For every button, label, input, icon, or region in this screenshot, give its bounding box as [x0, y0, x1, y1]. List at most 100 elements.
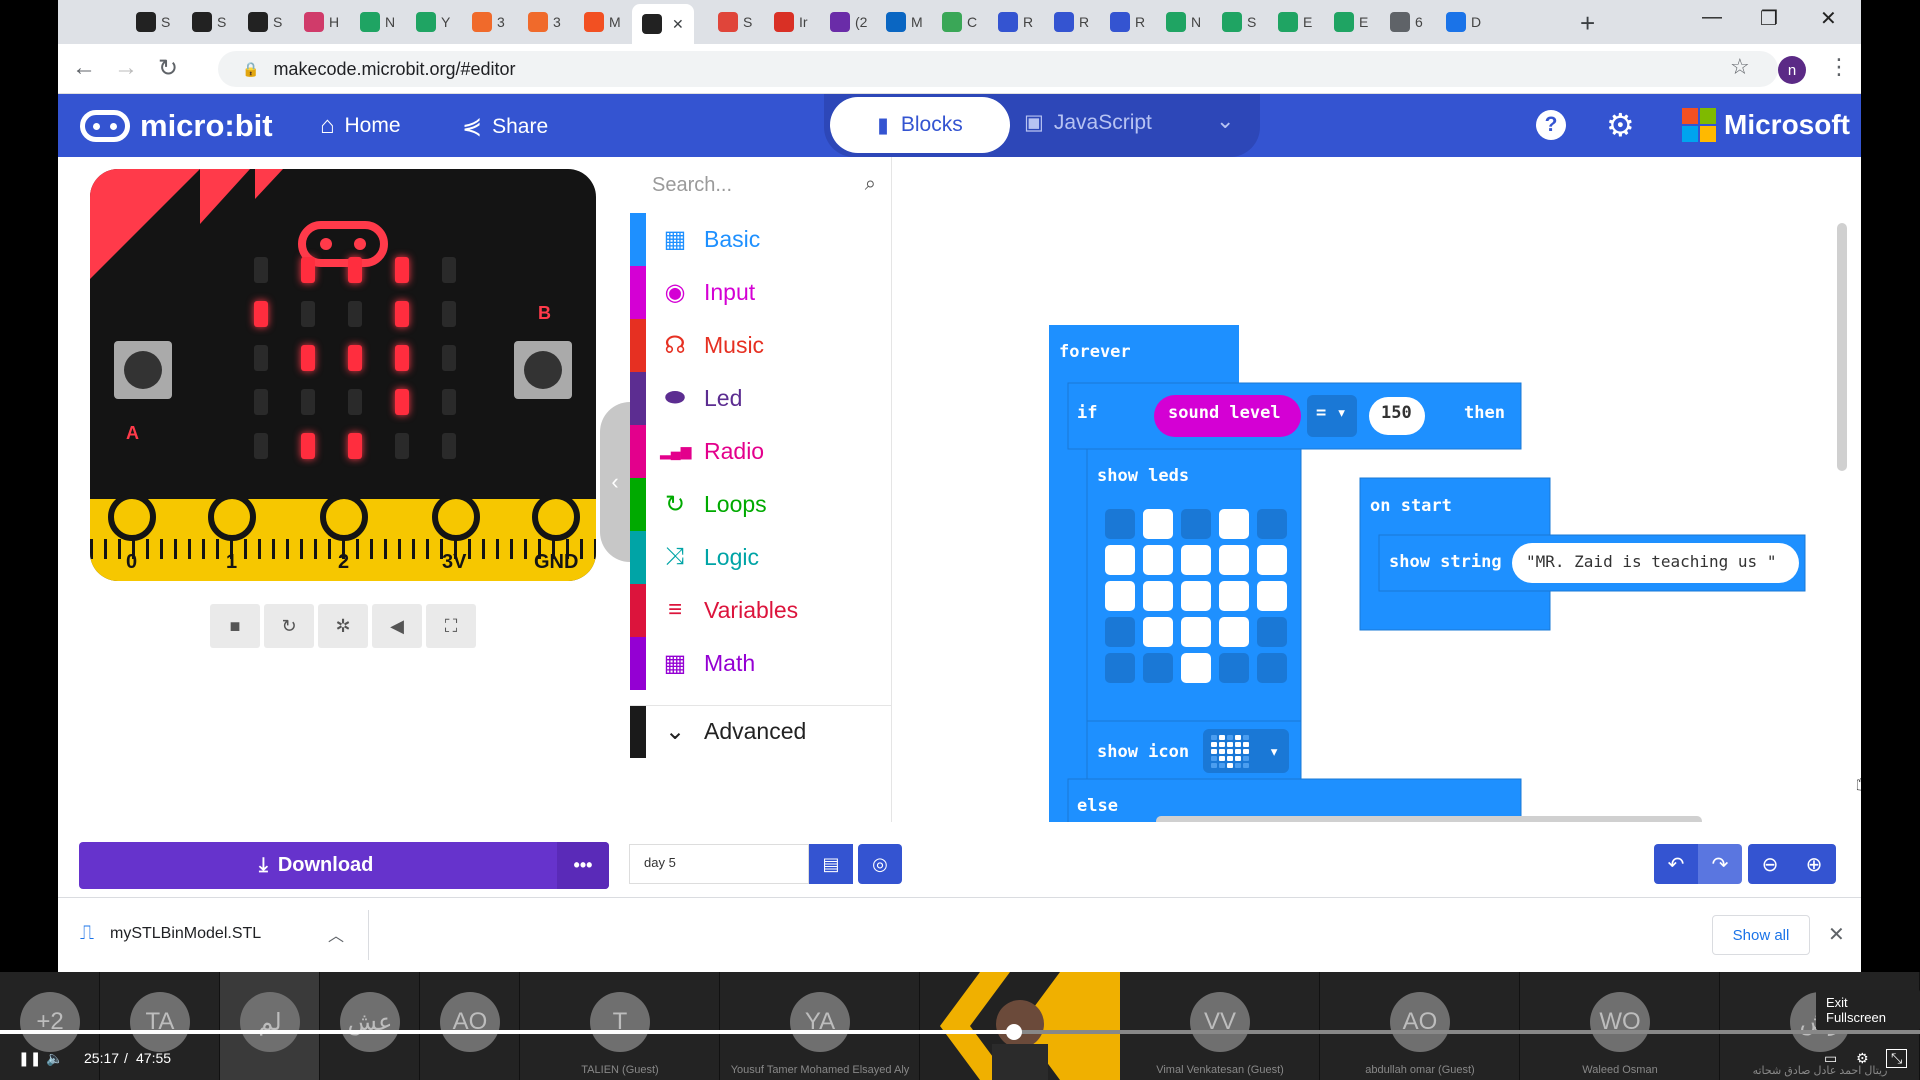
browser-tab[interactable]: S [248, 8, 282, 36]
new-tab-icon[interactable]: + [1580, 8, 1595, 39]
restart-icon[interactable]: ↻ [264, 604, 314, 648]
led-cell[interactable] [1105, 509, 1135, 539]
redo-icon[interactable]: ↷ [1698, 844, 1742, 884]
chevron-up-icon[interactable]: ︿ [328, 922, 344, 946]
led-cell[interactable] [1219, 509, 1249, 539]
video-progress-bar[interactable] [0, 1024, 1920, 1040]
captions-icon[interactable]: ▭ [1824, 1050, 1837, 1067]
browser-tab[interactable]: Ir [774, 8, 808, 36]
browser-tab[interactable]: R [1054, 8, 1089, 36]
category-input[interactable]: ◉ Input [630, 266, 892, 319]
browser-tab[interactable]: S [136, 8, 170, 36]
github-icon[interactable]: ◎ [858, 844, 902, 884]
led-cell[interactable] [1143, 509, 1173, 539]
chevron-down-icon[interactable]: ⌄ [1216, 108, 1234, 134]
microbit-logo[interactable]: micro:bit [80, 108, 273, 144]
category-basic[interactable]: ▦ Basic [630, 213, 892, 266]
category-math[interactable]: ▦ Math [630, 637, 892, 690]
show-all-button[interactable]: Show all [1712, 915, 1810, 955]
category-logic[interactable]: ⤨ Logic [630, 531, 892, 584]
browser-tab[interactable]: S [718, 8, 752, 36]
reload-icon[interactable]: ↻ [158, 54, 178, 83]
bookmark-star-icon[interactable]: ☆ [1730, 54, 1750, 80]
browser-tab[interactable]: M [584, 8, 621, 36]
browser-menu-icon[interactable]: ⋮ [1828, 54, 1850, 80]
close-window-icon[interactable]: ✕ [1820, 6, 1837, 31]
led-cell[interactable] [1105, 545, 1135, 575]
led-cell[interactable] [1219, 545, 1249, 575]
download-more-button[interactable]: ••• [557, 842, 609, 889]
browser-tab[interactable]: S [1222, 8, 1256, 36]
led-cell[interactable] [1219, 653, 1249, 683]
led-cell[interactable] [1105, 581, 1135, 611]
edge-pin[interactable] [108, 493, 156, 541]
zoom-out-icon[interactable]: ⊖ [1748, 844, 1792, 884]
collapse-simulator-button[interactable]: ‹ [600, 402, 630, 562]
led-cell[interactable] [1143, 653, 1173, 683]
zoom-in-icon[interactable]: ⊕ [1792, 844, 1836, 884]
help-icon[interactable]: ? [1536, 110, 1566, 140]
download-item[interactable]: ⎍ mySTLBinModel.STL [80, 922, 261, 945]
save-icon[interactable]: ▤ [809, 844, 853, 884]
profile-avatar[interactable]: n [1778, 56, 1806, 84]
led-cell[interactable] [1143, 545, 1173, 575]
browser-tab[interactable]: E [1334, 8, 1368, 36]
microsoft-logo[interactable]: Microsoft [1682, 108, 1850, 142]
browser-tab[interactable]: N [1166, 8, 1201, 36]
close-icon[interactable]: ✕ [1828, 922, 1845, 947]
led-cell[interactable] [1257, 509, 1287, 539]
browser-tab[interactable]: 3 [472, 8, 505, 36]
blocks-mode-button[interactable]: ▮ Blocks [830, 97, 1010, 153]
edge-pin[interactable] [532, 493, 580, 541]
category-led[interactable]: ⬬ Led [630, 372, 892, 425]
chevron-down-icon[interactable]: ▾ [1269, 742, 1279, 762]
led-cell[interactable] [1257, 581, 1287, 611]
browser-tab[interactable]: Y [416, 8, 450, 36]
share-button[interactable]: ⋞ Share [462, 112, 548, 141]
led-cell[interactable] [1219, 581, 1249, 611]
browser-tab[interactable]: ✕ [632, 4, 694, 44]
led-cell[interactable] [1181, 581, 1211, 611]
led-cell[interactable] [1219, 617, 1249, 647]
search-icon[interactable]: ⌕ [865, 173, 876, 196]
settings-icon[interactable]: ⚙ [1856, 1050, 1869, 1067]
forward-icon[interactable]: → [114, 54, 138, 82]
button-b[interactable] [514, 341, 572, 399]
led-cell[interactable] [1257, 653, 1287, 683]
led-cell[interactable] [1181, 545, 1211, 575]
pause-icon[interactable]: ❚❚ [18, 1050, 41, 1067]
project-name-input[interactable]: day 5 [629, 844, 809, 884]
browser-tab[interactable]: 3 [528, 8, 561, 36]
edge-pin[interactable] [320, 493, 368, 541]
stop-icon[interactable]: ■ [210, 604, 260, 648]
volume-icon[interactable]: 🔈 [46, 1050, 63, 1067]
download-button[interactable]: ⤓ Download ••• [79, 842, 609, 889]
javascript-mode-button[interactable]: ▣ JavaScript [1024, 110, 1152, 135]
edge-pin[interactable] [432, 493, 480, 541]
operator-dropdown[interactable]: = ▾ [1316, 403, 1347, 423]
edge-pin[interactable] [208, 493, 256, 541]
category-advanced[interactable]: ⌄ Advanced [630, 705, 892, 758]
category-radio[interactable]: ▂▄▆ Radio [630, 425, 892, 478]
browser-tab[interactable]: R [998, 8, 1033, 36]
browser-tab[interactable]: 6 [1390, 8, 1423, 36]
led-cell[interactable] [1143, 581, 1173, 611]
string-value-input[interactable]: "MR. Zaid is teaching us " [1526, 552, 1776, 571]
sound-level-label[interactable]: sound level [1168, 403, 1281, 423]
browser-tab[interactable]: S [192, 8, 226, 36]
home-button[interactable]: ⌂ Home [320, 112, 401, 140]
led-cell[interactable] [1181, 617, 1211, 647]
browser-tab[interactable]: H [304, 8, 339, 36]
category-loops[interactable]: ↻ Loops [630, 478, 892, 531]
browser-tab[interactable]: N [360, 8, 395, 36]
led-cell[interactable] [1105, 617, 1135, 647]
category-variables[interactable]: ≡ Variables [630, 584, 892, 637]
undo-icon[interactable]: ↶ [1654, 844, 1698, 884]
browser-tab[interactable]: (2 [830, 8, 867, 36]
blocks-workspace[interactable]: forever if sound level = ▾ 150 then show… [893, 157, 1861, 822]
debug-icon[interactable]: ✲ [318, 604, 368, 648]
toolbox-search-input[interactable]: Search... ⌕ [630, 157, 892, 213]
fullscreen-exit-icon[interactable]: ⤡ [1886, 1048, 1908, 1068]
led-cell[interactable] [1143, 617, 1173, 647]
close-tab-icon[interactable]: ✕ [672, 16, 684, 33]
